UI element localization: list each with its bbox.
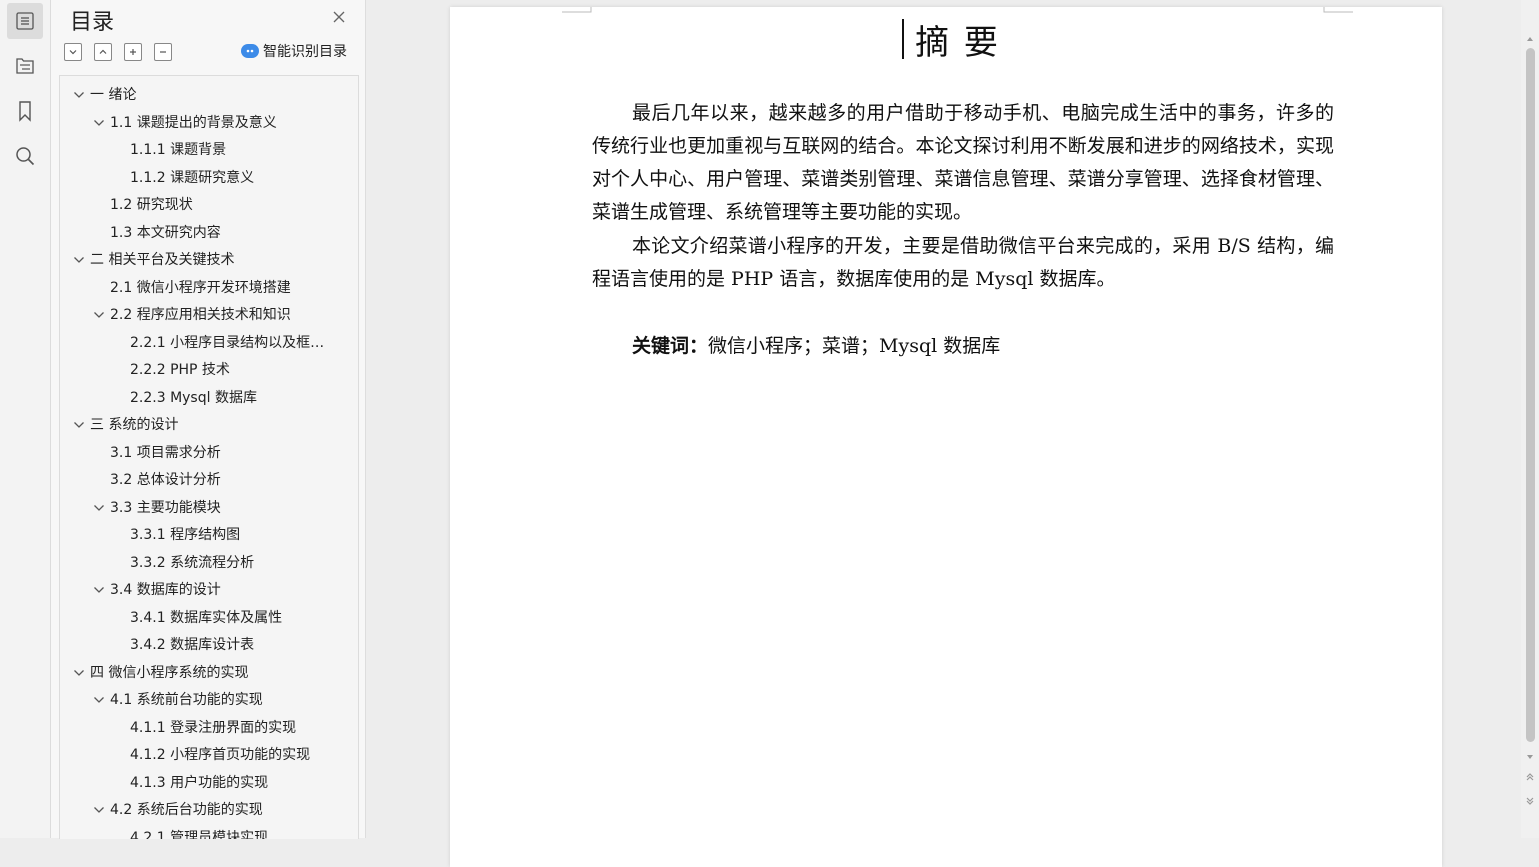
toc-item[interactable]: 3.3.2 系统流程分析: [130, 552, 254, 574]
document-viewport[interactable]: 摘 要 最后几年以来，越来越多的用户借助于移动手机、电脑完成生活中的事务，许多的…: [366, 0, 1521, 867]
toc-expand-chevron-icon[interactable]: [93, 584, 105, 596]
smart-toc-button[interactable]: 智能识别目录: [241, 41, 347, 61]
toc-item[interactable]: 3.4 数据库的设计: [110, 579, 221, 601]
toc-item[interactable]: 一 绪论: [90, 84, 136, 106]
sidebar-title: 目录: [70, 10, 115, 35]
toc-item[interactable]: 三 系统的设计: [90, 414, 178, 436]
close-sidebar-button[interactable]: [331, 9, 347, 25]
close-icon: [333, 11, 345, 23]
toc-item[interactable]: 1.3 本文研究内容: [110, 222, 221, 244]
toc-expand-chevron-icon[interactable]: [73, 89, 85, 101]
vertical-scrollbar[interactable]: [1521, 0, 1539, 838]
toc-panel-button[interactable]: [7, 3, 43, 39]
expand-level-button[interactable]: [64, 43, 82, 61]
toc-item[interactable]: 1.1.1 课题背景: [130, 139, 226, 161]
chevron-down-icon: [69, 50, 77, 55]
document-title: 摘 要: [915, 23, 1000, 63]
minus-icon: [160, 51, 166, 53]
next-page-icon[interactable]: [1525, 796, 1535, 806]
previous-page-icon[interactable]: [1525, 772, 1535, 782]
smart-toc-label: 智能识别目录: [263, 44, 347, 60]
icon-rail: [0, 0, 51, 838]
scrollbar-thumb[interactable]: [1526, 48, 1535, 742]
toc-item[interactable]: 3.1 项目需求分析: [110, 442, 221, 464]
toc-expand-chevron-icon[interactable]: [93, 804, 105, 816]
bookmark-panel-button[interactable]: [7, 93, 43, 129]
toc-expand-chevron-icon[interactable]: [73, 667, 85, 679]
scroll-down-arrow-icon[interactable]: [1525, 752, 1535, 762]
scroll-up-arrow-icon[interactable]: [1525, 34, 1535, 44]
expand-all-button[interactable]: [124, 43, 142, 61]
outline-icon: [16, 58, 34, 74]
toc-expand-chevron-icon[interactable]: [93, 502, 105, 514]
search-panel-button[interactable]: [7, 138, 43, 174]
toc-expand-chevron-icon[interactable]: [93, 309, 105, 321]
toc-item[interactable]: 2.2.2 PHP 技术: [130, 359, 230, 381]
chevron-up-icon: [99, 49, 107, 54]
ai-icon: [241, 44, 259, 58]
toc-item[interactable]: 1.2 研究现状: [110, 194, 193, 216]
collapse-level-button[interactable]: [94, 43, 112, 61]
toc-item[interactable]: 四 微信小程序系统的实现: [90, 662, 248, 684]
plus-icon: [130, 49, 136, 55]
toc-item[interactable]: 2.2.1 小程序目录结构以及框…: [130, 332, 324, 354]
toc-expand-chevron-icon[interactable]: [73, 419, 85, 431]
document-page[interactable]: 摘 要 最后几年以来，越来越多的用户借助于移动手机、电脑完成生活中的事务，许多的…: [450, 7, 1442, 867]
toc-item[interactable]: 1.1.2 课题研究意义: [130, 167, 254, 189]
toc-item[interactable]: 4.2.1 管理员模块实现: [130, 827, 268, 840]
toc-item[interactable]: 3.3.1 程序结构图: [130, 524, 240, 546]
toc-item[interactable]: 4.1.3 用户功能的实现: [130, 772, 268, 794]
keywords-label: 关键词：: [632, 335, 709, 357]
toc-item[interactable]: 2.2.3 Mysql 数据库: [130, 387, 257, 409]
toc-expand-chevron-icon[interactable]: [93, 117, 105, 129]
abstract-paragraph-1: 最后几年以来，越来越多的用户借助于移动手机、电脑完成生活中的事务，许多的传统行业…: [592, 102, 1334, 223]
toc-item[interactable]: 3.2 总体设计分析: [110, 469, 221, 491]
keywords-value: 微信小程序；菜谱；Mysql 数据库: [708, 335, 1001, 357]
navigation-panel-button[interactable]: [7, 48, 43, 84]
toc-expand-chevron-icon[interactable]: [73, 254, 85, 266]
toc-item[interactable]: 二 相关平台及关键技术: [90, 249, 234, 271]
toc-tree: 一 绪论 1.1 课题提出的背景及意义 1.1.1 课题背景 1.1.2 课题研究意义…: [59, 75, 359, 839]
toc-expand-chevron-icon[interactable]: [93, 694, 105, 706]
toc-item[interactable]: 1.1 课题提出的背景及意义: [110, 112, 277, 134]
toc-item[interactable]: 2.1 微信小程序开发环境搭建: [110, 277, 291, 299]
bookmark-icon: [19, 101, 31, 122]
collapse-all-button[interactable]: [154, 43, 172, 61]
keywords-line: 关键词：微信小程序；菜谱；Mysql 数据库: [632, 331, 1000, 358]
list-icon: [16, 12, 34, 30]
toc-item[interactable]: 4.1.1 登录注册界面的实现: [130, 717, 296, 739]
toc-item[interactable]: 4.1.2 小程序首页功能的实现: [130, 744, 310, 766]
toc-item[interactable]: 2.2 程序应用相关技术和知识: [110, 304, 291, 326]
abstract-paragraph-2: 本论文介绍菜谱小程序的开发，主要是借助微信平台来完成的，采用 B/S 结构，编程…: [592, 235, 1334, 290]
margin-corner-left: [562, 7, 592, 13]
toc-item[interactable]: 3.4.2 数据库设计表: [130, 634, 254, 656]
toc-toolbar: [64, 43, 172, 61]
toc-item[interactable]: 4.2 系统后台功能的实现: [110, 799, 263, 821]
toc-item[interactable]: 3.4.1 数据库实体及属性: [130, 607, 282, 629]
margin-corner-right: [1323, 7, 1353, 13]
toc-sidebar: 目录 智能识别目录 一 绪论 1.1 课题提出的背景及意义 1.1.1 课题背景 1.…: [51, 0, 366, 839]
search-icon: [16, 147, 35, 166]
toc-item[interactable]: 4.1 系统前台功能的实现: [110, 689, 263, 711]
toc-item[interactable]: 3.3 主要功能模块: [110, 497, 221, 519]
